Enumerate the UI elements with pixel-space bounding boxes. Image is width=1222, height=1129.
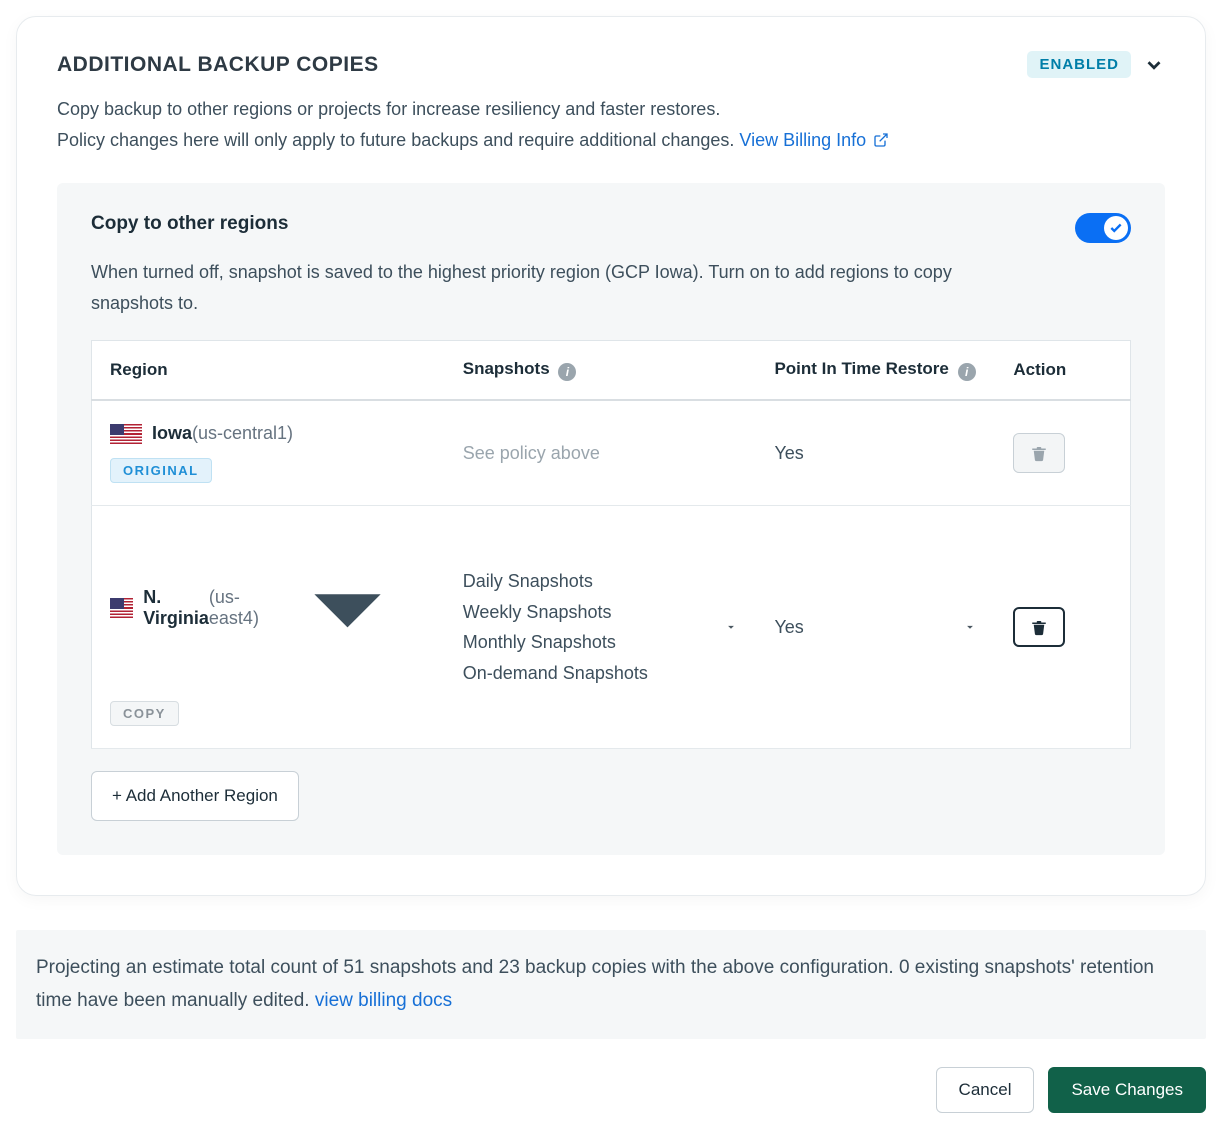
panel-description: When turned off, snapshot is saved to th…: [91, 257, 1011, 318]
snapshot-option: On-demand Snapshots: [463, 658, 648, 689]
regions-panel: Copy to other regions When turned off, s…: [57, 183, 1165, 855]
us-flag-icon: [110, 424, 142, 444]
caret-down-icon[interactable]: [963, 620, 977, 634]
action-cell: [995, 400, 1130, 506]
snapshots-text: See policy above: [463, 443, 600, 463]
delete-region-button[interactable]: [1013, 607, 1065, 647]
region-name: N. Virginia: [143, 587, 209, 629]
card-description: Copy backup to other regions or projects…: [57, 94, 1165, 155]
info-icon[interactable]: i: [958, 363, 976, 381]
region-code: (us-central1): [192, 423, 293, 444]
description-line2: Policy changes here will only apply to f…: [57, 130, 739, 150]
save-changes-button[interactable]: Save Changes: [1048, 1067, 1206, 1113]
snapshots-cell[interactable]: Daily SnapshotsWeekly SnapshotsMonthly S…: [445, 506, 757, 749]
view-billing-docs-link[interactable]: view billing docs: [315, 990, 452, 1011]
region-code: (us-east4): [209, 587, 268, 629]
snapshots-cell: See policy above: [445, 400, 757, 506]
region-tag: ORIGINAL: [110, 458, 212, 483]
pit-value: Yes: [774, 617, 803, 638]
col-region-header: Region: [92, 341, 445, 401]
enabled-badge: ENABLED: [1027, 51, 1131, 78]
col-action-header: Action: [995, 341, 1130, 401]
projection-banner: Projecting an estimate total count of 51…: [16, 930, 1206, 1039]
caret-down-icon[interactable]: [268, 528, 427, 687]
table-row: Iowa (us-central1) ORIGINAL See policy abo…: [92, 400, 1131, 506]
region-name: Iowa: [152, 423, 192, 444]
region-tag: COPY: [110, 701, 179, 726]
projection-text: Projecting an estimate total count of 51…: [36, 957, 1154, 1010]
enabled-row[interactable]: ENABLED: [1027, 51, 1165, 78]
table-row: N. Virginia (us-east4) COPY Daily Snapshot…: [92, 506, 1131, 749]
trash-icon: [1030, 444, 1048, 462]
backup-copies-card: ADDITIONAL BACKUP COPIES ENABLED Copy ba…: [16, 16, 1206, 896]
col-pit-label: Point In Time Restore: [774, 359, 948, 378]
panel-title: Copy to other regions: [91, 213, 288, 235]
panel-header: Copy to other regions: [91, 213, 1131, 243]
add-region-button[interactable]: + Add Another Region: [91, 771, 299, 821]
pit-value: Yes: [774, 443, 803, 463]
caret-down-icon[interactable]: [724, 620, 738, 634]
external-link-icon: [873, 132, 889, 148]
cancel-button[interactable]: Cancel: [936, 1067, 1035, 1113]
info-icon[interactable]: i: [558, 363, 576, 381]
region-cell: N. Virginia (us-east4) COPY: [92, 506, 445, 749]
snapshot-option: Daily Snapshots: [463, 566, 648, 597]
regions-table: Region Snapshots i Point In Time Restore…: [91, 340, 1131, 749]
copy-regions-toggle[interactable]: [1075, 213, 1131, 243]
check-icon: [1109, 221, 1123, 235]
col-snapshots-label: Snapshots: [463, 359, 550, 378]
col-pit-header: Point In Time Restore i: [756, 341, 995, 401]
trash-icon: [1030, 618, 1048, 636]
footer-buttons: Cancel Save Changes: [16, 1067, 1206, 1113]
action-cell: [995, 506, 1130, 749]
delete-region-button[interactable]: [1013, 433, 1065, 473]
card-header: ADDITIONAL BACKUP COPIES ENABLED: [57, 51, 1165, 78]
pit-cell: Yes: [756, 400, 995, 506]
us-flag-icon: [110, 598, 133, 618]
card-title: ADDITIONAL BACKUP COPIES: [57, 53, 379, 77]
pit-cell[interactable]: Yes: [756, 506, 995, 749]
region-cell: Iowa (us-central1) ORIGINAL: [92, 400, 445, 506]
description-line1: Copy backup to other regions or projects…: [57, 99, 720, 119]
view-billing-info-text: View Billing Info: [739, 130, 866, 150]
chevron-down-icon[interactable]: [1143, 54, 1165, 76]
snapshot-option: Weekly Snapshots: [463, 597, 648, 628]
view-billing-info-link[interactable]: View Billing Info: [739, 130, 889, 150]
col-snapshots-header: Snapshots i: [445, 341, 757, 401]
snapshot-option: Monthly Snapshots: [463, 627, 648, 658]
